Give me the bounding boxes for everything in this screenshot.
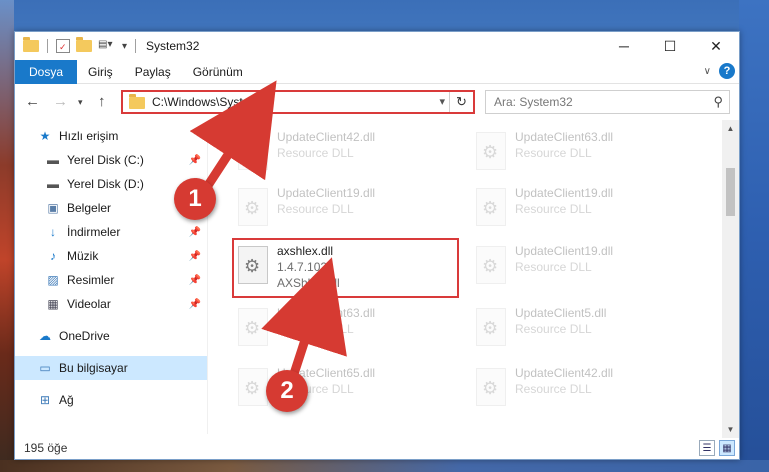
sidebar-item-this-pc[interactable]: ▭ Bu bilgisayar bbox=[15, 356, 207, 380]
pin-icon[interactable]: 📌 bbox=[189, 275, 201, 286]
help-icon[interactable]: ? bbox=[719, 63, 735, 79]
step-badge-1: 1 bbox=[174, 178, 216, 220]
tab-giris[interactable]: Giriş bbox=[77, 60, 124, 84]
expand-ribbon-icon[interactable]: ∨ bbox=[704, 66, 711, 77]
desktop-background-left bbox=[0, 0, 14, 472]
new-folder-icon[interactable] bbox=[76, 37, 92, 52]
item-count: 195 öğe bbox=[24, 441, 68, 455]
tiles-view-icon[interactable]: ▦ bbox=[719, 440, 735, 456]
file-tile[interactable]: UpdateClient63.dll Resource DLL bbox=[232, 300, 462, 360]
divider bbox=[135, 39, 137, 53]
file-tile[interactable]: UpdateClient19.dll Resource DLL bbox=[470, 180, 700, 240]
file-tile-axshlex[interactable]: axshlex.dll 1.4.7.1024 AXShlEx.dll bbox=[232, 238, 459, 298]
window-title: System32 bbox=[146, 39, 200, 53]
dll-file-icon bbox=[476, 132, 506, 170]
file-explorer-window: ✓ ▤▾ ▾ System32 ─ ☐ ✕ Dosya Giriş Paylaş… bbox=[14, 31, 740, 460]
address-bar[interactable]: C:\Windows\System32 ▾ ↻ bbox=[121, 90, 475, 114]
ribbon-tabs: Dosya Giriş Paylaş Görünüm ∨ ? bbox=[15, 59, 739, 84]
sidebar-item-network[interactable]: ⊞ Ağ bbox=[15, 388, 207, 412]
quick-access-toolbar: ✓ ▤▾ ▾ bbox=[15, 37, 138, 53]
details-view-icon[interactable]: ☰ bbox=[699, 440, 715, 456]
address-path: C:\Windows\System32 bbox=[152, 95, 273, 109]
desktop-background-bottom bbox=[0, 460, 769, 472]
divider bbox=[47, 39, 48, 53]
music-icon: ♪ bbox=[50, 249, 56, 263]
tab-dosya[interactable]: Dosya bbox=[15, 59, 78, 84]
pin-icon[interactable]: 📌 bbox=[189, 227, 201, 238]
dll-file-icon bbox=[476, 246, 506, 284]
up-arrow-icon[interactable]: ↑ bbox=[98, 93, 106, 110]
tab-paylas[interactable]: Paylaş bbox=[124, 60, 182, 84]
search-icon: ⚲ bbox=[713, 94, 723, 109]
file-tile[interactable]: UpdateClient19.dll Resource DLL bbox=[470, 238, 700, 298]
dropdown-arrow-icon[interactable]: ▾ bbox=[122, 41, 127, 52]
back-arrow-icon[interactable]: ← bbox=[25, 93, 40, 110]
dll-file-icon bbox=[238, 188, 268, 226]
navigation-pane: ★ Hızlı erişim ▬ Yerel Disk (C:) 📌 ▬ Yer… bbox=[15, 124, 207, 434]
dll-file-icon bbox=[238, 132, 268, 170]
maximize-button[interactable]: ☐ bbox=[647, 32, 693, 60]
documents-icon: ▣ bbox=[47, 201, 59, 215]
search-placeholder: Ara: System32 bbox=[494, 95, 573, 109]
step-badge-2: 2 bbox=[266, 370, 308, 412]
videos-icon: ▦ bbox=[47, 297, 59, 311]
navigation-bar: ← → ▾ ↑ C:\Windows\System32 ▾ ↻ Ara: Sys… bbox=[15, 88, 739, 118]
scrollbar-thumb[interactable] bbox=[726, 168, 735, 216]
dll-file-icon bbox=[238, 308, 268, 346]
dll-file-icon bbox=[238, 246, 268, 284]
file-tile[interactable]: UpdateClient63.dll Resource DLL bbox=[470, 124, 700, 184]
customize-toolbar-icon[interactable]: ▤▾ bbox=[98, 39, 112, 53]
sidebar-item-downloads[interactable]: ↓ İndirmeler 📌 bbox=[15, 220, 207, 244]
download-icon: ↓ bbox=[50, 225, 56, 239]
properties-icon[interactable]: ✓ bbox=[56, 39, 70, 53]
sidebar-item-onedrive[interactable]: ☁ OneDrive bbox=[15, 324, 207, 348]
status-bar: 195 öğe ☰ ▦ bbox=[15, 437, 739, 459]
search-input[interactable]: Ara: System32 ⚲ bbox=[485, 90, 730, 114]
sidebar-item-pictures[interactable]: ▨ Resimler 📌 bbox=[15, 268, 207, 292]
chevron-down-icon[interactable]: ▾ bbox=[439, 95, 445, 108]
drive-icon: ▬ bbox=[47, 177, 59, 191]
pin-icon[interactable]: 📌 bbox=[189, 299, 201, 310]
drive-icon: ▬ bbox=[47, 153, 59, 167]
dll-file-icon bbox=[476, 368, 506, 406]
ribbon-right-controls: ∨ ? bbox=[704, 63, 735, 79]
dll-file-icon bbox=[476, 308, 506, 346]
sidebar-item-music[interactable]: ♪ Müzik 📌 bbox=[15, 244, 207, 268]
pin-icon[interactable]: 📌 bbox=[189, 251, 201, 262]
computer-icon: ▭ bbox=[39, 361, 51, 375]
window-controls: ─ ☐ ✕ bbox=[601, 32, 739, 60]
folder-icon bbox=[23, 37, 39, 52]
dll-file-icon bbox=[476, 188, 506, 226]
pictures-icon: ▨ bbox=[47, 273, 59, 287]
file-tile[interactable]: UpdateClient42.dll Resource DLL bbox=[470, 360, 700, 420]
scroll-down-icon[interactable]: ▼ bbox=[722, 421, 739, 438]
file-tile[interactable]: UpdateClient19.dll Resource DLL bbox=[232, 180, 462, 240]
desktop-background-right bbox=[739, 0, 769, 472]
refresh-icon[interactable]: ↻ bbox=[449, 92, 473, 112]
folder-icon bbox=[129, 94, 145, 109]
star-icon: ★ bbox=[39, 129, 51, 143]
cloud-icon: ☁ bbox=[39, 329, 51, 343]
title-bar: ✓ ▤▾ ▾ System32 ─ ☐ ✕ bbox=[15, 32, 739, 60]
recent-locations-icon[interactable]: ▾ bbox=[78, 97, 83, 108]
scroll-up-icon[interactable]: ▲ bbox=[722, 120, 739, 137]
dll-file-icon bbox=[238, 368, 268, 406]
close-button[interactable]: ✕ bbox=[693, 32, 739, 60]
minimize-button[interactable]: ─ bbox=[601, 32, 647, 60]
view-toggle: ☰ ▦ bbox=[699, 440, 735, 456]
pane-divider bbox=[207, 124, 208, 434]
tab-gorunum[interactable]: Görünüm bbox=[182, 60, 254, 84]
forward-arrow-icon[interactable]: → bbox=[53, 93, 68, 110]
sidebar-item-videos[interactable]: ▦ Videolar 📌 bbox=[15, 292, 207, 316]
pin-icon[interactable]: 📌 bbox=[189, 155, 201, 166]
sidebar-item-local-disk-c[interactable]: ▬ Yerel Disk (C:) 📌 bbox=[15, 148, 207, 172]
network-icon: ⊞ bbox=[39, 393, 51, 407]
sidebar-item-quick-access[interactable]: ★ Hızlı erişim bbox=[15, 124, 207, 148]
file-tile[interactable]: UpdateClient42.dll Resource DLL bbox=[232, 124, 462, 184]
vertical-scrollbar[interactable]: ▲ ▼ bbox=[722, 120, 739, 438]
file-tile[interactable]: UpdateClient5.dll Resource DLL bbox=[470, 300, 700, 360]
